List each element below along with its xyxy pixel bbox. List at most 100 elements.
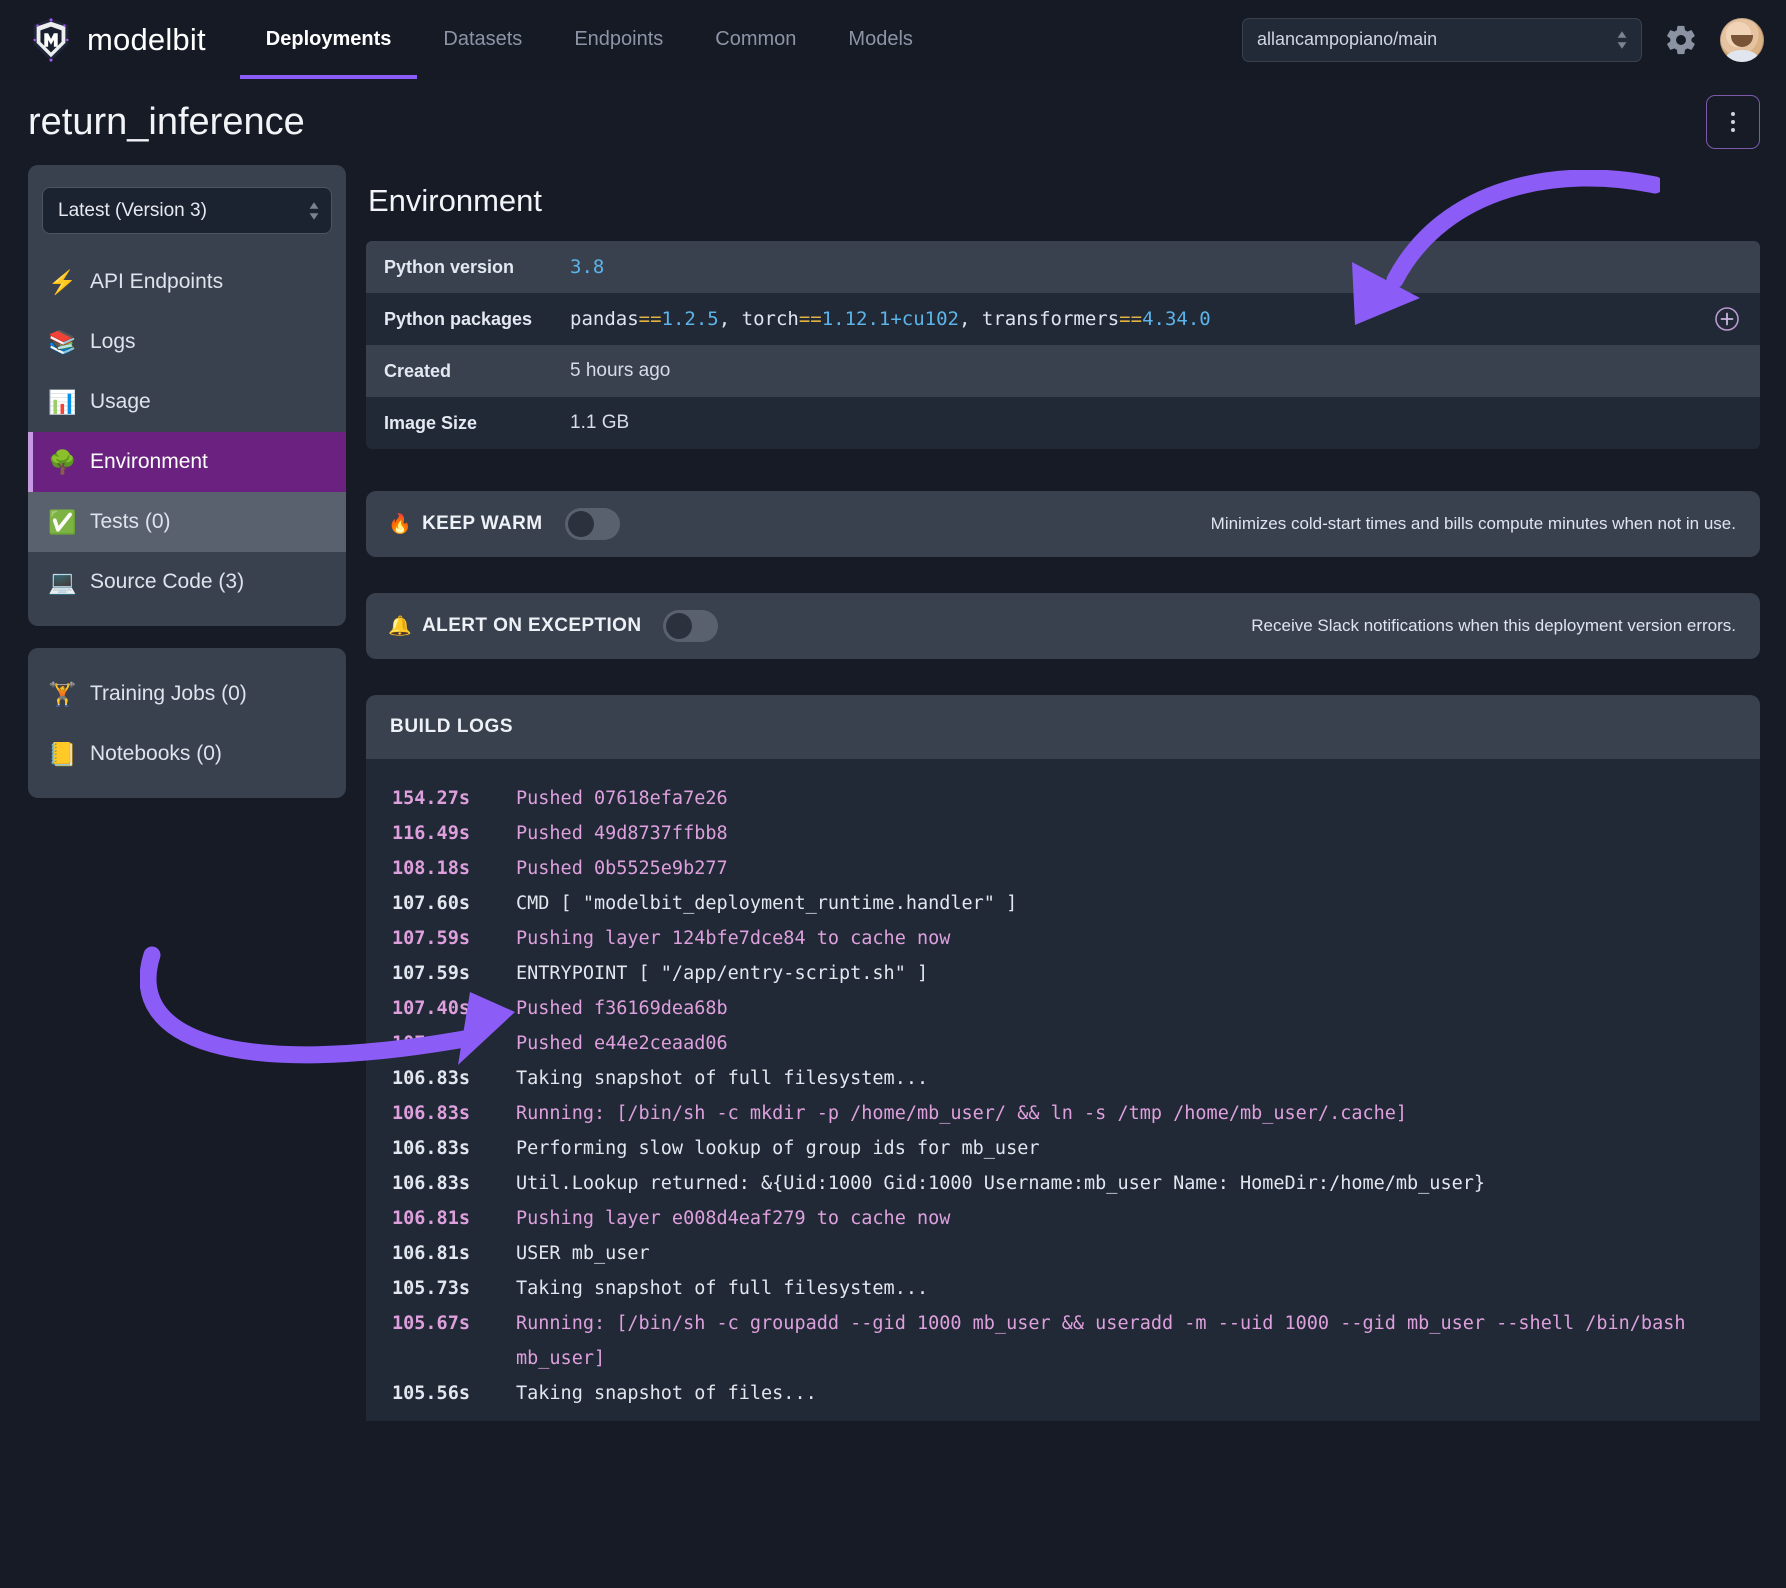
nav-tab-datasets[interactable]: Datasets (417, 0, 548, 79)
alert-on-exception-description: Receive Slack notifications when this de… (1251, 616, 1736, 635)
nav-tab-common[interactable]: Common (689, 0, 822, 79)
package-operator: == (1119, 308, 1143, 330)
log-time: 105.56s (392, 1383, 470, 1404)
log-time: 105.73s (392, 1278, 470, 1299)
kebab-dot (1731, 120, 1735, 124)
alert-on-exception-toggle[interactable] (663, 610, 719, 642)
log-message: Pushed 0b5525e9b277 (516, 858, 728, 879)
top-navigation-bar: modelbit Deployments Datasets Endpoints … (0, 0, 1786, 79)
log-message: Pushed e44e2ceaad06 (516, 1033, 728, 1054)
log-line: 107.59s Pushing layer 124bfe7dce84 to cac… (392, 921, 1734, 956)
repository-branch-select[interactable]: allancampopiano/main (1242, 17, 1642, 62)
log-line: 107.60s CMD [ "modelbit_deployment_runtim… (392, 886, 1734, 921)
log-time: 106.83s (392, 1173, 470, 1194)
version-select[interactable]: Latest (Version 3) (42, 187, 332, 234)
nav-tab-endpoints[interactable]: Endpoints (548, 0, 689, 79)
log-message: Running: [/bin/sh -c mkdir -p /home/mb_u… (516, 1103, 1408, 1124)
nav-tabs: Deployments Datasets Endpoints Common Mo… (239, 0, 939, 79)
toggle-knob (666, 613, 693, 639)
keep-warm-label-group: 🔥 KEEP WARM (388, 512, 543, 536)
keep-warm-toggle[interactable] (564, 508, 620, 540)
log-message: ENTRYPOINT [ "/app/entry-script.sh" ] (516, 963, 929, 984)
build-logs-body[interactable]: 154.27s Pushed 07618efa7e26 116.49s Pushed… (366, 759, 1760, 1421)
log-message: Performing slow lookup of group ids for … (516, 1138, 1040, 1159)
log-time: 107.59s (392, 928, 470, 949)
log-line: 106.81s Pushing layer e008d4eaf279 to cac… (392, 1201, 1734, 1236)
lightning-bolt-icon: ⚡ (48, 268, 77, 295)
package-version: 4.34.0 (1142, 308, 1211, 330)
kebab-dot (1731, 112, 1735, 116)
sidebar-item-label: Notebooks (0) (90, 742, 222, 765)
brand[interactable]: modelbit (28, 17, 206, 63)
sidebar-item-environment[interactable]: 🌳 Environment (28, 432, 346, 492)
chevron-up-down-icon (1617, 30, 1627, 49)
log-time: 106.83s (392, 1138, 470, 1159)
weight-lifter-icon: 🏋️ (48, 680, 77, 707)
image-size-row: Image Size 1.1 GB (366, 397, 1760, 449)
row-key: Created (384, 360, 452, 381)
log-time: 106.83s (392, 1103, 470, 1124)
nav-tab-models[interactable]: Models (822, 0, 938, 79)
notebook-icon: 📒 (48, 740, 77, 767)
log-message: Pushed 49d8737ffbb8 (516, 823, 728, 844)
version-select-value: Latest (Version 3) (58, 199, 207, 221)
toggle-knob (567, 511, 594, 537)
log-message: Pushing layer e008d4eaf279 to cache now (516, 1208, 951, 1229)
sidebar-item-logs[interactable]: 📚 Logs (28, 312, 346, 372)
created-row: Created 5 hours ago (366, 345, 1760, 397)
nav-tab-deployments[interactable]: Deployments (239, 0, 418, 79)
sidebar-item-label: Environment (90, 450, 208, 473)
bar-chart-icon: 📊 (48, 388, 77, 415)
more-options-button[interactable] (1706, 95, 1760, 149)
nav-tab-label: Datasets (443, 28, 523, 50)
log-line: 106.83s Taking snapshot of full filesyste… (392, 1061, 1734, 1096)
alert-on-exception-label: ALERT ON EXCEPTION (422, 615, 642, 636)
log-line: 106.83s Performing slow lookup of group i… (392, 1131, 1734, 1166)
keep-warm-label: KEEP WARM (422, 513, 543, 534)
log-time: 107.26s (392, 1033, 470, 1054)
sidebar-item-notebooks[interactable]: 📒 Notebooks (0) (28, 724, 346, 784)
books-icon: 📚 (48, 328, 77, 355)
package-separator: , (959, 308, 982, 330)
sidebar-item-usage[interactable]: 📊 Usage (28, 372, 346, 432)
package-name: pandas (570, 308, 639, 330)
log-message: Taking snapshot of full filesystem... (516, 1068, 929, 1089)
sidebar-item-label: Source Code (3) (90, 570, 245, 593)
repository-branch-value: allancampopiano/main (1257, 29, 1438, 49)
log-time: 107.59s (392, 963, 470, 984)
gear-icon[interactable] (1664, 23, 1698, 57)
sidebar-item-label: API Endpoints (90, 270, 224, 293)
add-package-icon[interactable] (1714, 306, 1740, 332)
sidebar-item-tests[interactable]: ✅ Tests (0) (28, 492, 346, 552)
package-version: 1.12.1+cu102 (821, 308, 959, 330)
log-line: 106.81s USER mb_user (392, 1236, 1734, 1271)
row-key: Image Size (384, 412, 478, 433)
brand-name: modelbit (87, 21, 206, 57)
chevron-up-down-icon (309, 201, 319, 220)
python-packages-row: Python packages pandas==1.2.5, torch==1.… (366, 293, 1760, 345)
sidebar-item-api-endpoints[interactable]: ⚡ API Endpoints (28, 252, 346, 312)
python-packages-value: pandas==1.2.5, torch==1.12.1+cu102, tran… (570, 308, 1211, 330)
sidebar-item-training-jobs[interactable]: 🏋️ Training Jobs (0) (28, 664, 346, 724)
alert-label-group: 🔔 ALERT ON EXCEPTION (388, 614, 641, 638)
log-line: 108.18s Pushed 0b5525e9b277 (392, 851, 1734, 886)
alert-on-exception-card: 🔔 ALERT ON EXCEPTION Receive Slack notif… (366, 593, 1760, 659)
row-key: Python packages (384, 308, 533, 329)
log-time: 116.49s (392, 823, 470, 844)
keep-warm-description: Minimizes cold-start times and bills com… (1210, 514, 1736, 533)
nav-right-group: allancampopiano/main (1242, 17, 1764, 62)
created-value: 5 hours ago (570, 360, 671, 381)
package-separator: , (718, 308, 742, 330)
log-message: Pushed 07618efa7e26 (516, 788, 728, 809)
log-message: Taking snapshot of files... (516, 1383, 817, 1404)
nav-tab-label: Common (715, 28, 797, 50)
page-header: return_inference (0, 79, 1786, 165)
sidebar-item-label: Logs (90, 330, 136, 353)
log-message: Running: [/bin/sh -c groupadd --gid 1000… (516, 1313, 1697, 1369)
sidebar-item-source-code[interactable]: 💻 Source Code (3) (28, 552, 346, 612)
package-name: torch (741, 308, 799, 330)
python-version-value: 3.8 (570, 256, 605, 278)
sidebar-item-label: Usage (90, 390, 151, 413)
kebab-dot (1731, 128, 1735, 132)
user-avatar[interactable] (1720, 17, 1764, 62)
